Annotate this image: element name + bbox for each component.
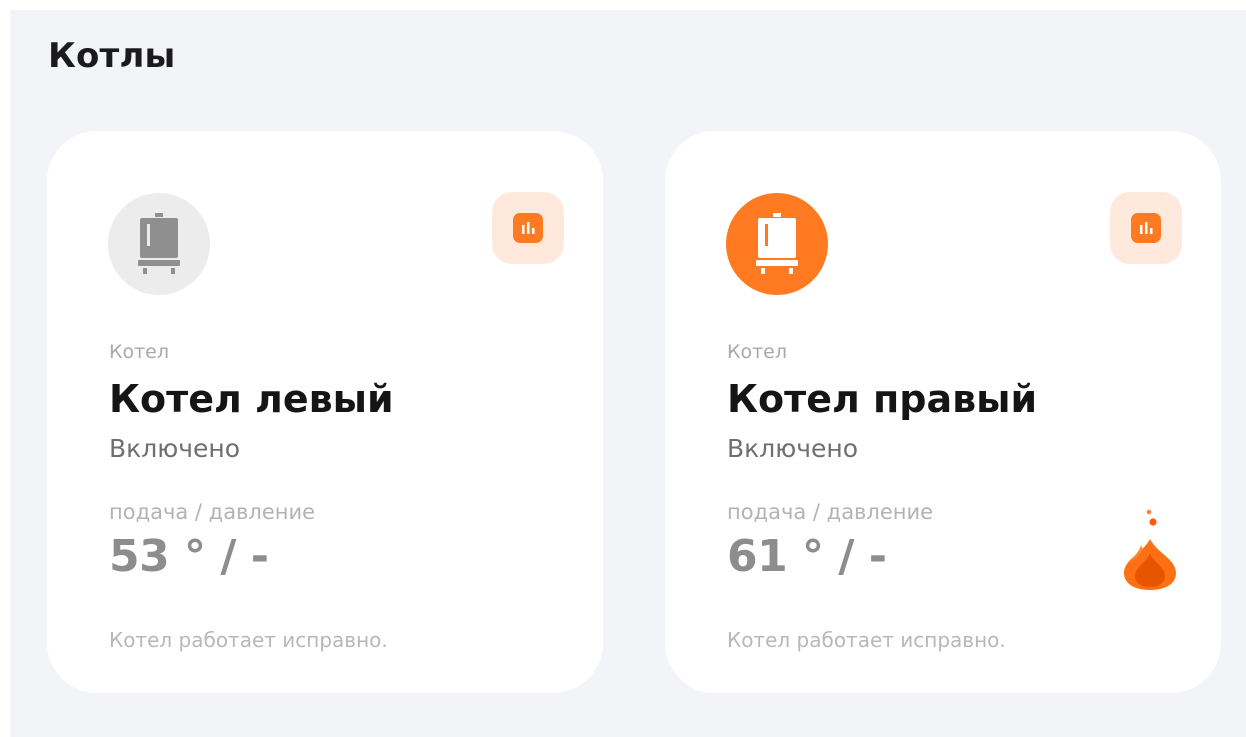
boiler-name: Котел левый (109, 377, 394, 421)
flame-icon (1124, 509, 1176, 590)
metric-label: подача / давление (109, 500, 316, 524)
boiler-card-right[interactable]: Котел Котел правый Включено подача / дав… (665, 131, 1221, 693)
section-title: Котлы (48, 36, 176, 76)
device-type-label: Котел (727, 341, 788, 363)
health-message: Котел работает исправно. (109, 628, 388, 652)
bar-chart-icon (513, 213, 543, 243)
boiler-icon (108, 193, 210, 295)
boiler-card-left[interactable]: Котел Котел левый Включено подача / давл… (47, 131, 603, 693)
metric-value: 61 ° / - (727, 531, 887, 582)
metric-value: 53 ° / - (109, 531, 269, 582)
health-message: Котел работает исправно. (727, 628, 1006, 652)
statistics-button[interactable] (492, 192, 564, 264)
boiler-icon (726, 193, 828, 295)
boiler-name: Котел правый (727, 377, 1038, 421)
device-type-label: Котел (109, 341, 170, 363)
boiler-status: Включено (109, 434, 241, 463)
metric-label: подача / давление (727, 500, 934, 524)
bar-chart-icon (1131, 213, 1161, 243)
boilers-panel: Котлы Котел Котел левый Включено подача … (10, 10, 1246, 737)
statistics-button[interactable] (1110, 192, 1182, 264)
boiler-status: Включено (727, 434, 859, 463)
